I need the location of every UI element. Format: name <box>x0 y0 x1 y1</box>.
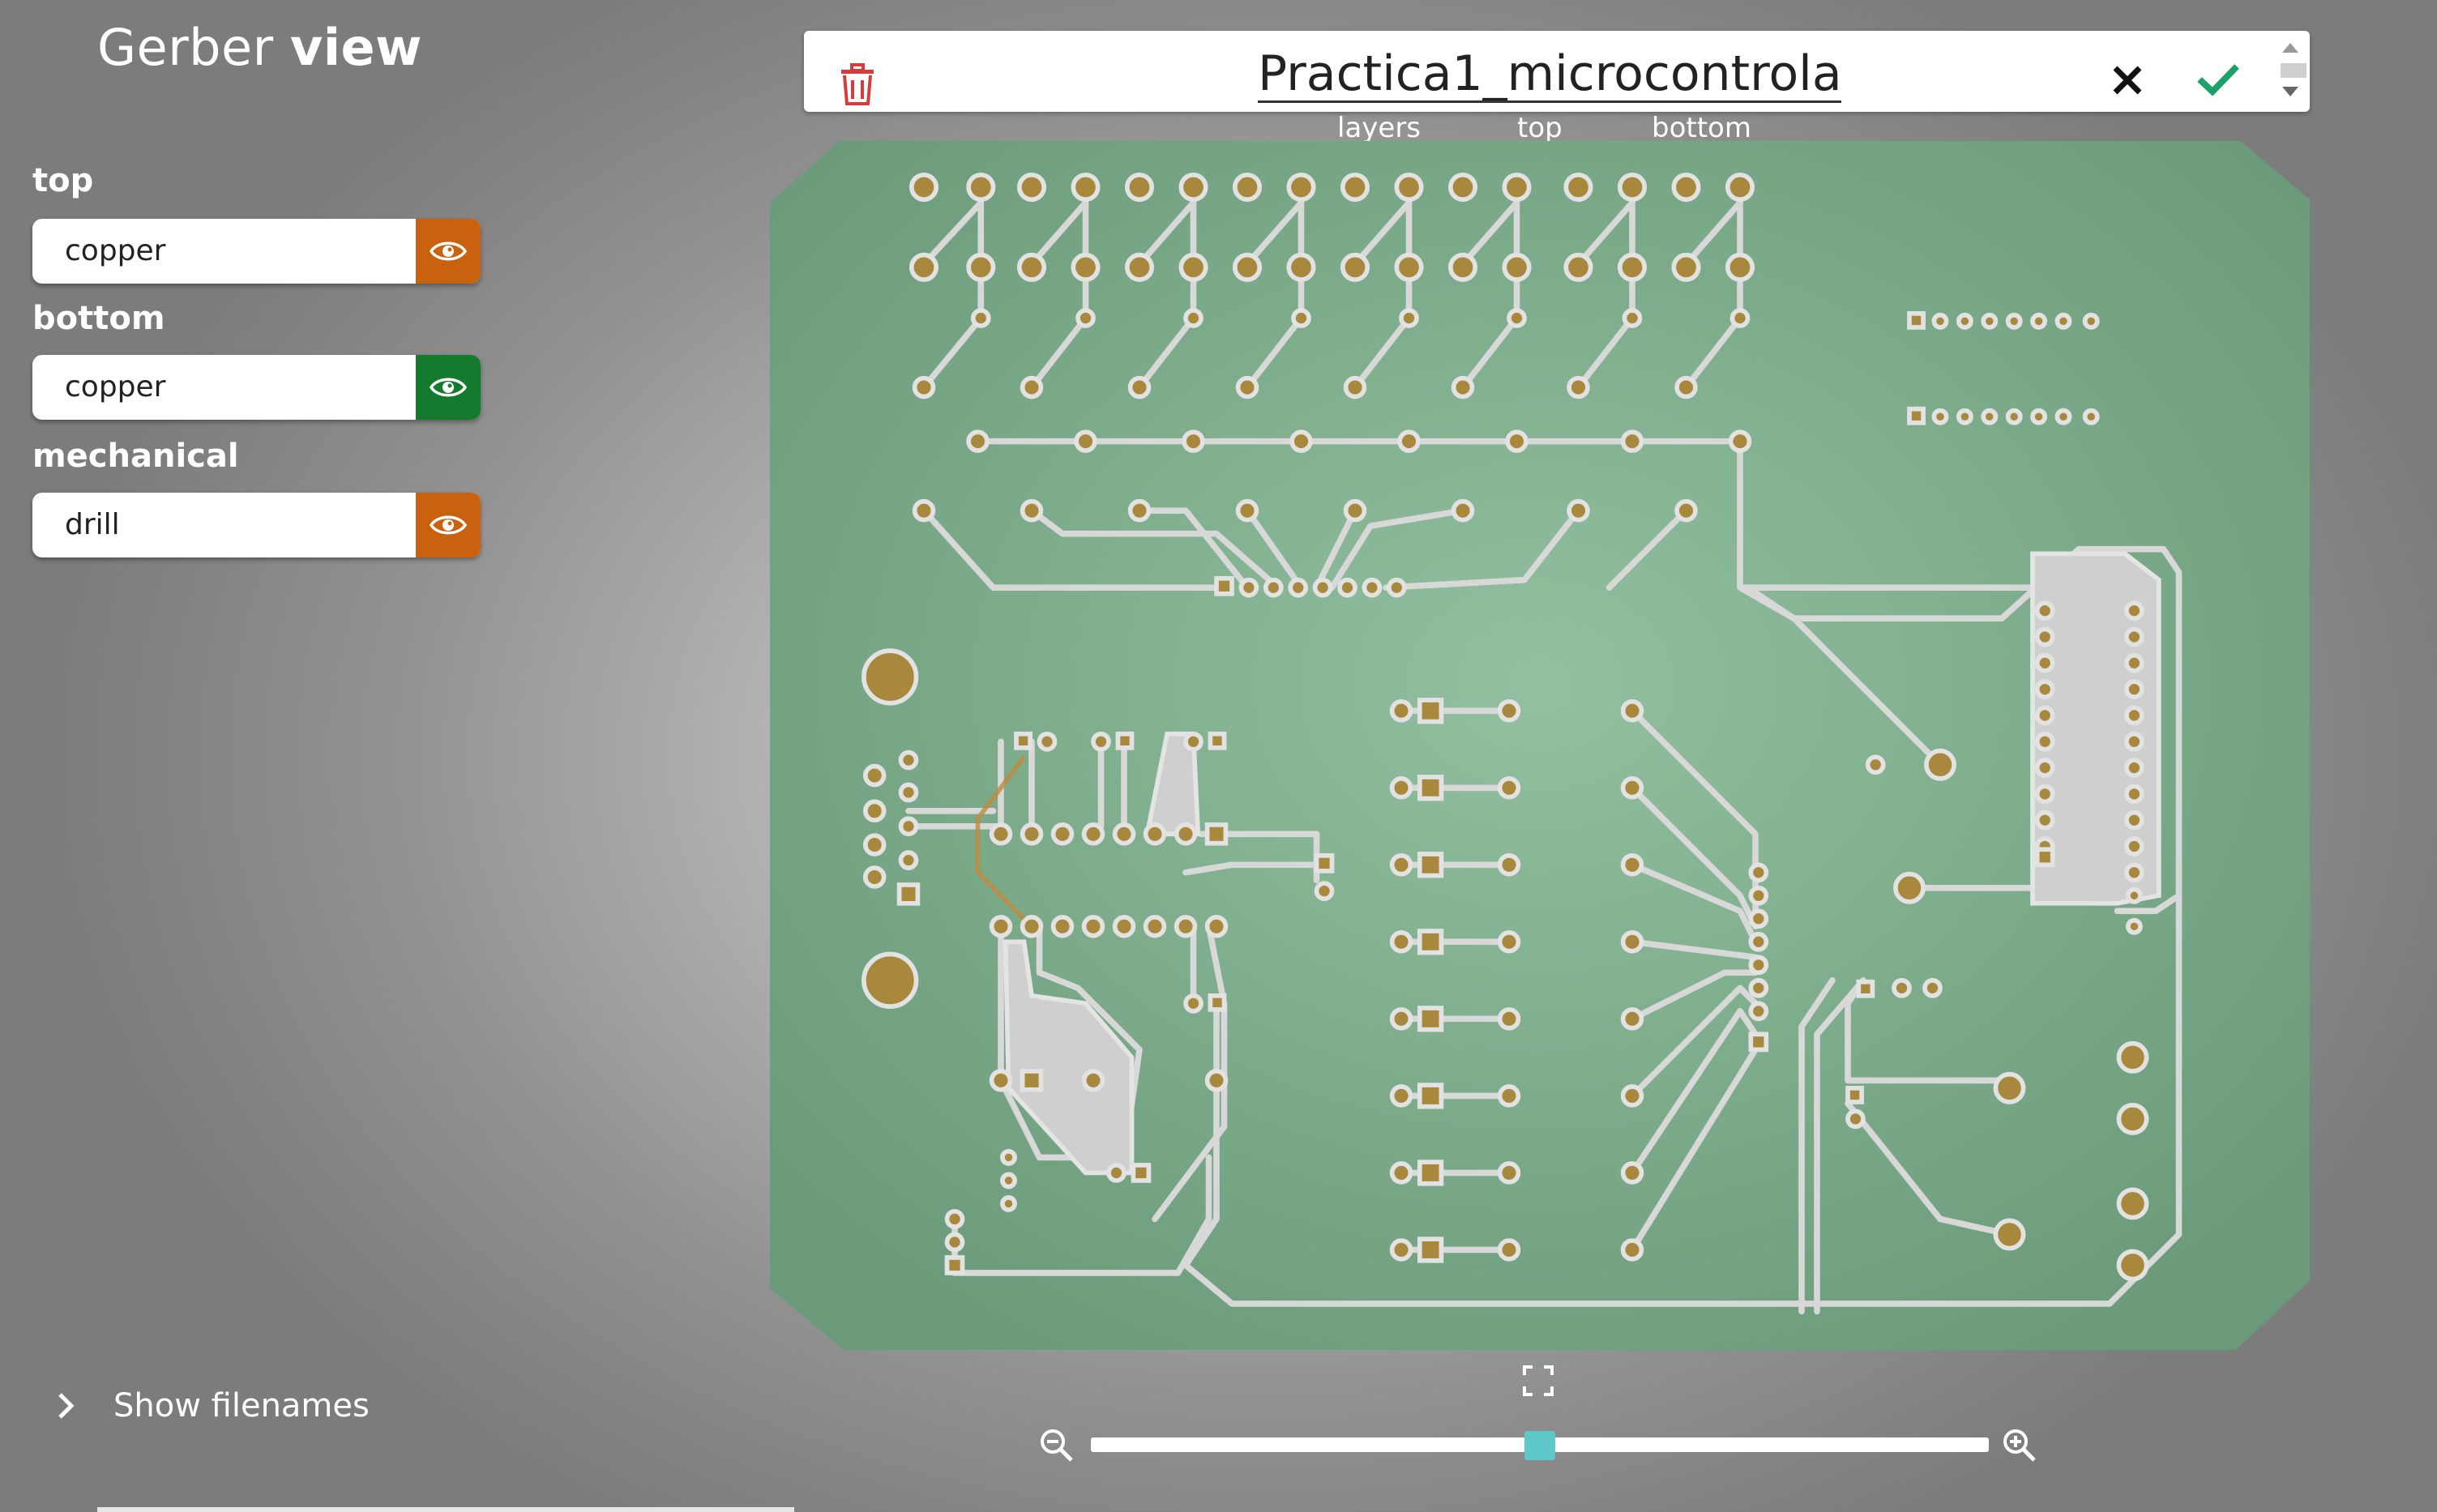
layer-group-label-mechanical: mechanical <box>32 438 239 475</box>
show-filenames-toggle[interactable]: Show filenames <box>49 1387 370 1424</box>
layer-row-mechanical-drill[interactable]: drill <box>32 493 481 557</box>
tab-bottom[interactable]: bottom <box>1652 112 1751 144</box>
cancel-button[interactable] <box>2112 65 2143 100</box>
layer-group-label-bottom: bottom <box>32 300 165 337</box>
close-icon <box>2113 66 2142 95</box>
check-icon <box>2197 64 2239 96</box>
scroll-up-button[interactable] <box>2279 39 2302 57</box>
layer-row-bottom-copper[interactable]: copper <box>32 355 481 420</box>
confirm-button[interactable] <box>2196 63 2240 100</box>
file-name-bar <box>804 31 2310 112</box>
eye-icon <box>430 378 467 397</box>
fit-to-screen-button[interactable] <box>1522 1365 1554 1401</box>
divider <box>97 1507 794 1512</box>
layer-group-label-top: top <box>32 162 94 199</box>
scroll-down-button[interactable] <box>2279 83 2302 100</box>
visibility-toggle-button[interactable] <box>416 355 481 420</box>
visibility-toggle-button[interactable] <box>416 493 481 557</box>
fullscreen-icon <box>1523 1365 1554 1396</box>
tab-layers[interactable]: layers <box>1337 112 1421 144</box>
tab-top[interactable]: top <box>1517 112 1563 144</box>
visibility-toggle-button[interactable] <box>416 219 481 284</box>
chevron-right-icon <box>58 1393 75 1419</box>
app-title-light: Gerber <box>97 18 274 77</box>
caret-down-icon <box>2282 87 2298 96</box>
zoom-in-button[interactable] <box>2002 1428 2037 1467</box>
layer-name: copper <box>65 234 166 267</box>
layer-name: drill <box>65 508 120 541</box>
zoom-slider[interactable] <box>1091 1431 1989 1460</box>
eye-icon <box>430 515 467 535</box>
zoom-in-icon <box>2003 1429 2036 1462</box>
zoom-slider-thumb[interactable] <box>1524 1431 1555 1460</box>
zoom-out-icon <box>1041 1429 1073 1462</box>
filename-input[interactable] <box>1258 47 1841 103</box>
delete-button[interactable] <box>840 63 875 109</box>
caret-up-icon <box>2282 43 2298 53</box>
zoom-out-button[interactable] <box>1039 1428 1075 1467</box>
layer-name: copper <box>65 370 166 404</box>
app-title: Gerber view <box>97 18 422 77</box>
eye-icon <box>430 241 467 261</box>
scrollbar-thumb[interactable] <box>2281 63 2307 78</box>
pcb-board-view[interactable] <box>770 141 2310 1350</box>
trash-icon <box>841 63 874 105</box>
app-title-bold: view <box>289 18 422 77</box>
layer-row-top-copper[interactable]: copper <box>32 219 481 284</box>
show-filenames-label: Show filenames <box>113 1387 370 1424</box>
